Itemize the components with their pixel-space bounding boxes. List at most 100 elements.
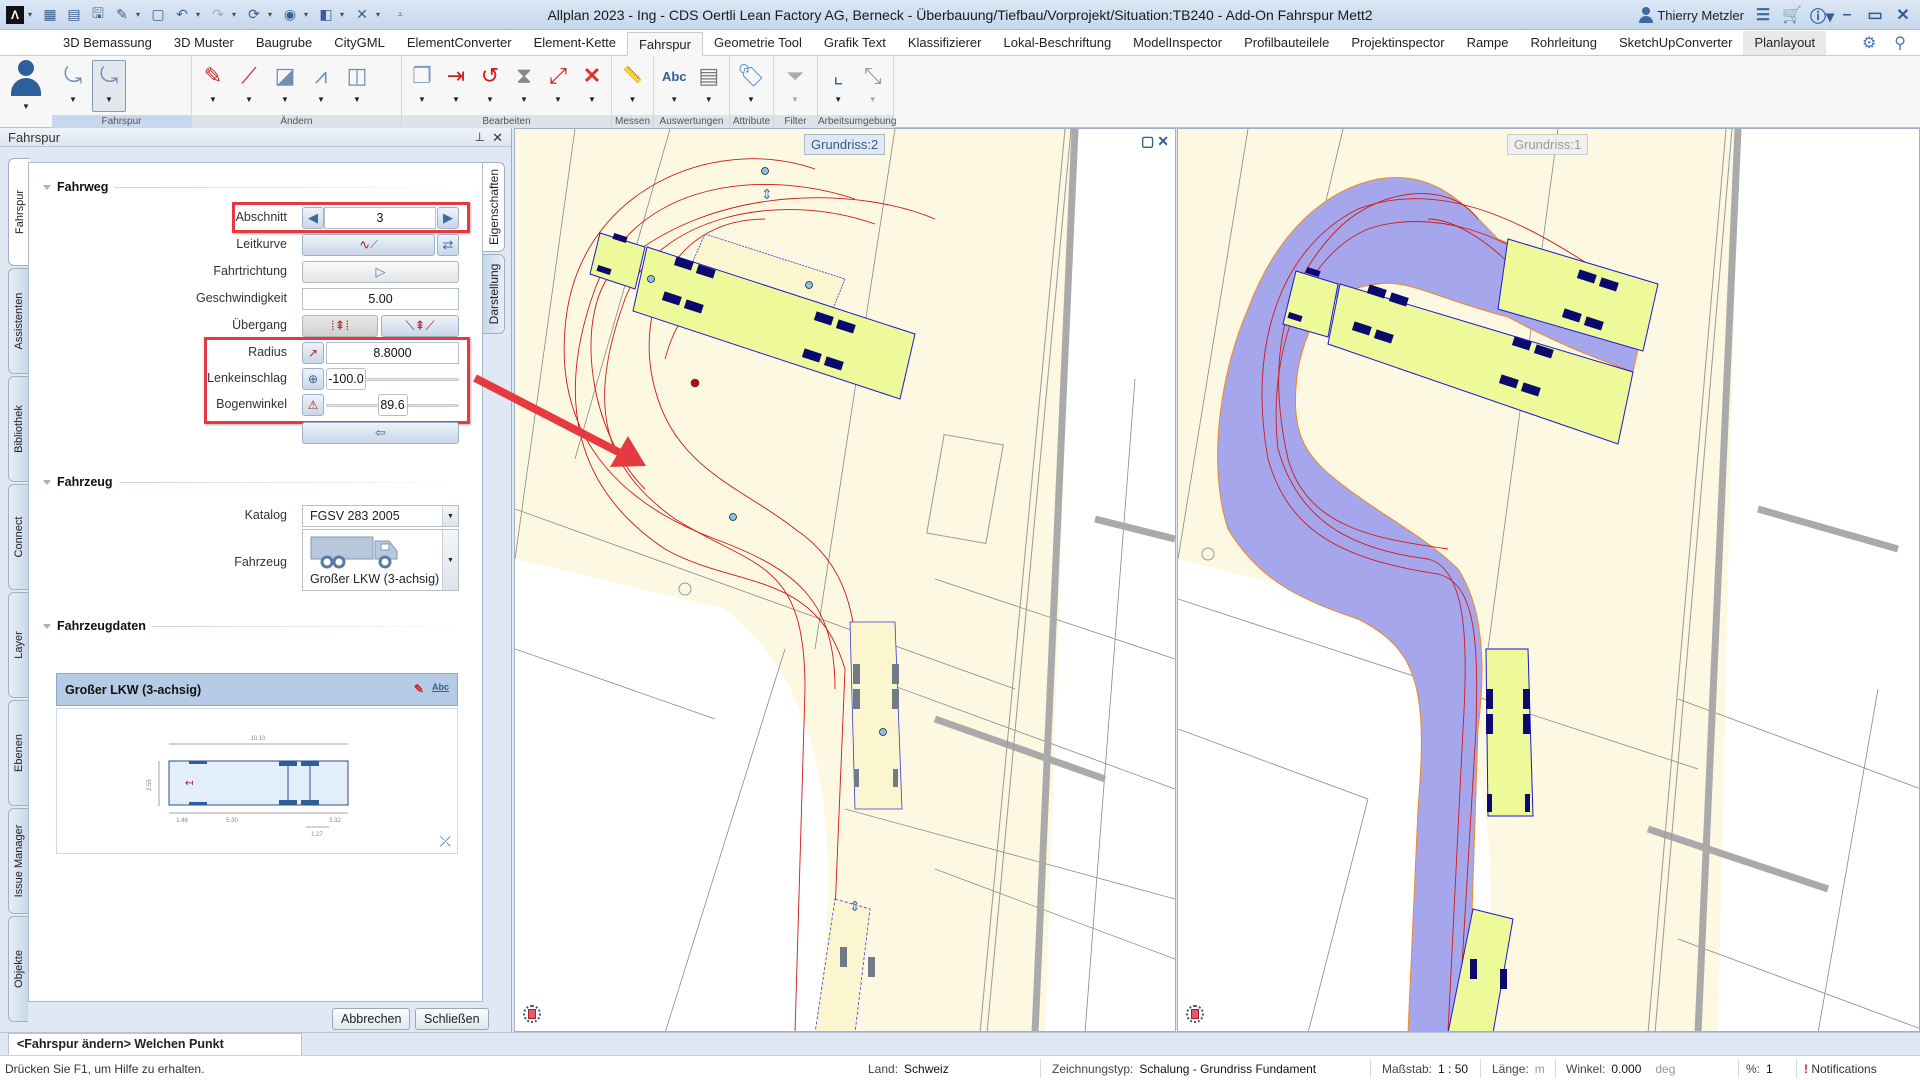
status-land[interactable]: Land: Schweiz <box>868 1062 949 1076</box>
layer-icon[interactable]: ▤ <box>64 5 84 25</box>
vtab-layer[interactable]: Layer <box>8 592 28 698</box>
delete-button[interactable]: ✕ ▼ <box>576 60 608 112</box>
vtab-ebenen[interactable]: Ebenen <box>8 700 28 806</box>
status-zeichnungstyp[interactable]: Zeichnungstyp: Schalung - Grundriss Funda… <box>1052 1062 1316 1076</box>
dropdown-icon[interactable]: ▾ <box>304 10 312 19</box>
user-account[interactable]: Thierry Metzler <box>1639 7 1744 23</box>
split-button[interactable]: ◫ ▼ <box>340 60 374 112</box>
search-icon[interactable]: ⚲ <box>1894 33 1906 53</box>
dropdown-icon[interactable]: ▾ <box>196 10 204 19</box>
rotate-button[interactable]: ↺ ▼ <box>474 60 506 112</box>
geschwindigkeit-field[interactable]: 5.00 <box>302 288 459 310</box>
cart-icon[interactable]: 🛒 <box>1782 5 1802 25</box>
rtab-eigenschaften[interactable]: Eigenschaften <box>483 162 505 252</box>
tab-rohrleitung[interactable]: Rohrleitung <box>1519 31 1608 55</box>
viewport-label[interactable]: Grundriss:1 <box>1507 134 1589 155</box>
attribute-button[interactable]: 🏷 ▼ <box>734 60 768 112</box>
allplan-logo-icon[interactable]: Λ <box>6 5 24 24</box>
chevron-down-icon[interactable]: ▼ <box>442 530 458 590</box>
chevron-down-icon[interactable]: ▼ <box>442 506 458 526</box>
settings-gear-icon[interactable]: ⚙ <box>1862 33 1876 53</box>
katalog-select[interactable]: FGSV 283 2005 ▼ <box>302 505 459 527</box>
vtab-issue-manager[interactable]: Issue Manager <box>8 808 28 914</box>
close-icon[interactable]: ✕ <box>492 128 503 147</box>
edit-area-button[interactable]: ◪ ▼ <box>268 60 302 112</box>
schliessen-button[interactable]: Schließen <box>415 1008 489 1030</box>
redo-icon[interactable]: ↷ <box>208 5 228 25</box>
status-winkel[interactable]: Winkel: 0.000 deg <box>1566 1062 1675 1076</box>
status-laenge[interactable]: Länge: m <box>1492 1062 1545 1076</box>
section-fahrzeugdaten[interactable]: Fahrzeugdaten <box>43 619 468 633</box>
label-text-button[interactable]: Abc ▼ <box>658 60 691 112</box>
tab-modelinspector[interactable]: ModelInspector <box>1122 31 1233 55</box>
report-button[interactable]: ▤ ▼ <box>693 60 726 112</box>
label-abc-icon[interactable]: Abc <box>432 682 449 696</box>
tab-3d-muster[interactable]: 3D Muster <box>163 31 245 55</box>
collapse-view-icon[interactable]: ⤫ <box>440 833 451 850</box>
section-fahrweg[interactable]: Fahrweg <box>43 180 468 194</box>
dropdown-icon[interactable]: ▾ <box>136 10 144 19</box>
tab-geometrie-tool[interactable]: Geometrie Tool <box>703 31 813 55</box>
tab-citygml[interactable]: CityGML <box>323 31 396 55</box>
split-view-icon[interactable]: ◧ <box>316 5 336 25</box>
back-arrow-button[interactable]: ⇦ <box>302 422 459 444</box>
vtab-bibliothek[interactable]: Bibliothek <box>8 376 28 482</box>
create-fahrspur-button[interactable]: ⤿ ▼ <box>56 60 90 112</box>
scale-button[interactable]: ⤢ ▼ <box>542 60 574 112</box>
move-button[interactable]: ⇥ ▼ <box>440 60 472 112</box>
coordinate-button[interactable]: ⌞ ▼ <box>822 60 855 112</box>
vtab-objekte[interactable]: Objekte <box>8 916 28 1022</box>
tab-fahrspur[interactable]: Fahrspur <box>626 32 703 56</box>
preview-icon[interactable]: ▢ <box>148 5 168 25</box>
edit-document-icon[interactable]: ✎ <box>112 5 132 25</box>
abbrechen-button[interactable]: Abbrechen <box>332 1008 411 1030</box>
curve-modify-button[interactable]: ⩘ ▼ <box>304 60 338 112</box>
help-icon[interactable]: ⓘ▾ <box>1810 3 1834 27</box>
vtab-connect[interactable]: Connect <box>8 484 28 590</box>
leitkurve-swap-button[interactable]: ⇄ <box>437 234 459 256</box>
fahrzeug-select[interactable]: Großer LKW (3-achsig) ▼ <box>302 529 459 591</box>
line-modify-button[interactable]: ⟋ ▼ <box>232 60 266 112</box>
pin-icon[interactable]: ⊥ <box>475 128 485 147</box>
mirror-button[interactable]: ⧗ ▼ <box>508 60 540 112</box>
zoom-extents-button[interactable]: ⤡ ▼ <box>857 60 890 112</box>
viewport-grundriss-1[interactable]: Grundriss:1 <box>1177 128 1920 1032</box>
dropdown-icon[interactable]: ▾ <box>376 10 384 19</box>
navigation-icon[interactable] <box>1186 1005 1204 1023</box>
dropdown-icon[interactable]: ▾ <box>340 10 348 19</box>
status-percent[interactable]: %: 1 <box>1746 1062 1773 1076</box>
copy-button[interactable]: ❐ ▼ <box>406 60 438 112</box>
tab-baugrube[interactable]: Baugrube <box>245 31 323 55</box>
undo-icon[interactable]: ↶ <box>172 5 192 25</box>
filter-button[interactable]: ⏷ ▼ <box>778 60 812 112</box>
role-button[interactable]: ▼ <box>0 56 52 128</box>
maximize-button[interactable]: ▭ <box>1866 5 1884 25</box>
tools-icon[interactable]: ✕ <box>352 5 372 25</box>
dropdown-icon[interactable]: ▾ <box>28 10 36 19</box>
tab-grafik-text[interactable]: Grafik Text <box>813 31 897 55</box>
leitkurve-pick-button[interactable]: ∿ ⟋ <box>302 234 435 256</box>
modify-fahrspur-button[interactable]: ⤿ ▼ <box>92 60 126 112</box>
viewport-label[interactable]: Grundriss:2 <box>804 134 886 155</box>
tab-element-kette[interactable]: Element-Kette <box>523 31 627 55</box>
drawing-canvas-right[interactable] <box>1178 129 1920 1032</box>
status-massstab[interactable]: Maßstab: 1 : 50 <box>1382 1062 1468 1076</box>
tab-sketchupconverter[interactable]: SketchUpConverter <box>1608 31 1743 55</box>
tab-3d-bemassung[interactable]: 3D Bemassung <box>52 31 163 55</box>
tab-projektinspector[interactable]: Projektinspector <box>1340 31 1455 55</box>
tab-profilbauteilele[interactable]: Profilbauteilele <box>1233 31 1340 55</box>
customize-toolbar-icon[interactable]: ⩡ <box>398 10 406 20</box>
notifications-button[interactable]: ! Notifications <box>1804 1062 1877 1076</box>
vtab-assistenten[interactable]: Assistenten <box>8 268 28 374</box>
navigation-icon[interactable] <box>523 1005 541 1023</box>
vtab-fahrspur[interactable]: Fahrspur <box>8 158 30 266</box>
measure-button[interactable]: 📏 ▼ <box>616 60 649 112</box>
uebergang-option-1-button[interactable]: ⁞⇞⁞ <box>302 315 378 337</box>
refresh-icon[interactable]: ⟳ <box>244 5 264 25</box>
tab-rampe[interactable]: Rampe <box>1456 31 1520 55</box>
close-window-button[interactable]: ✕ <box>1894 5 1912 25</box>
server-icon[interactable]: ☰ <box>1754 5 1772 25</box>
tab-planlayout[interactable]: Planlayout <box>1743 31 1827 55</box>
fahrtrichtung-button[interactable]: ▷ <box>302 261 459 283</box>
dropdown-icon[interactable]: ▾ <box>268 10 276 19</box>
